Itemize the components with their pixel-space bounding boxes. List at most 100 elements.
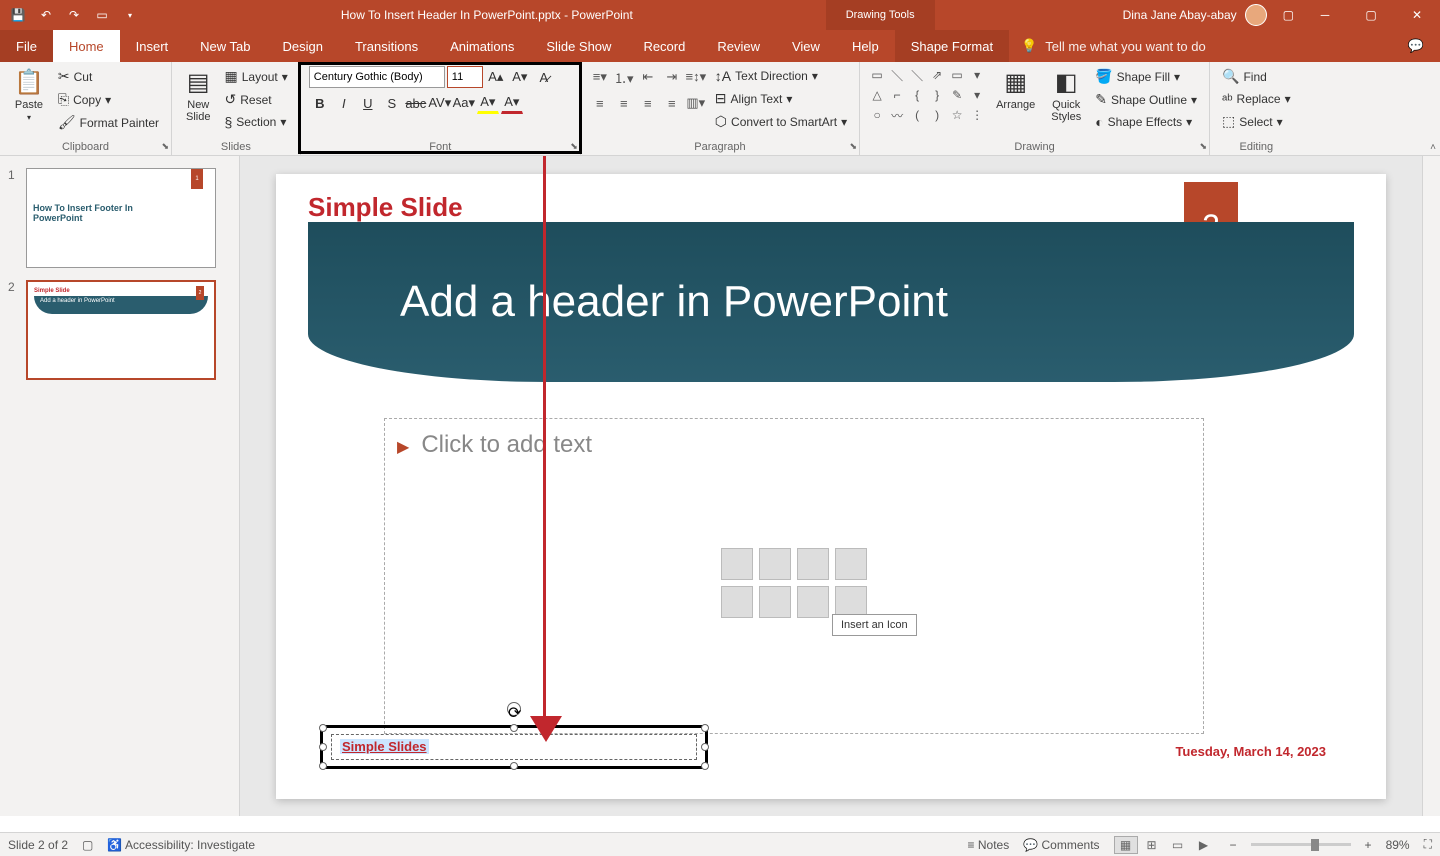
zoom-in-button[interactable]: + (1365, 838, 1372, 852)
spacing-button[interactable]: AV▾ (429, 92, 451, 114)
clipboard-launcher[interactable]: ⬊ (161, 141, 169, 152)
insert-online-picture-icon[interactable] (759, 586, 791, 618)
copy-button[interactable]: ⎘Copy ▾ (54, 89, 163, 110)
change-case-button[interactable]: Aa▾ (453, 92, 475, 114)
strikethrough-button[interactable]: abc (405, 92, 427, 114)
shape-brace-icon[interactable]: { (908, 86, 926, 104)
select-button[interactable]: ⬚Select ▾ (1218, 111, 1295, 132)
tab-animations[interactable]: Animations (434, 30, 530, 62)
rotate-handle[interactable]: ⟳ (507, 702, 521, 716)
undo-icon[interactable]: ↶ (38, 7, 54, 23)
insert-3d-icon[interactable] (835, 548, 867, 580)
footer-text[interactable]: Simple Slides (340, 739, 429, 754)
handle-mr[interactable] (701, 743, 709, 751)
shape-arrow-icon[interactable]: ⇗ (928, 66, 946, 84)
shape-more1-icon[interactable]: ▾ (968, 66, 986, 84)
font-launcher[interactable]: ⬊ (570, 141, 578, 152)
handle-br[interactable] (701, 762, 709, 770)
tab-slideshow[interactable]: Slide Show (530, 30, 627, 62)
slide-thumb-1[interactable]: 1 How To Insert Footer In PowerPoint (26, 168, 216, 268)
shape-oval-icon[interactable]: ○ (868, 106, 886, 124)
slide-area[interactable]: Simple Slide 2 Add a header in PowerPoin… (276, 174, 1386, 799)
redo-icon[interactable]: ↷ (66, 7, 82, 23)
zoom-level[interactable]: 89% (1386, 838, 1410, 852)
cut-button[interactable]: ✂Cut (54, 66, 163, 87)
shape-line-icon[interactable]: ＼ (888, 66, 906, 84)
user-name[interactable]: Dina Jane Abay-abay (1123, 8, 1237, 22)
zoom-out-button[interactable]: − (1230, 838, 1237, 852)
align-right-button[interactable]: ≡ (637, 92, 659, 114)
shape-rect-icon[interactable]: ▭ (868, 66, 886, 84)
comments-button[interactable]: 💬 Comments (1023, 838, 1099, 852)
shape-outline-button[interactable]: ✎Shape Outline ▾ (1091, 89, 1201, 110)
user-avatar[interactable] (1245, 4, 1267, 26)
tab-review[interactable]: Review (701, 30, 776, 62)
close-button[interactable]: ✕ (1394, 0, 1440, 30)
shape-fill-button[interactable]: 🪣Shape Fill ▾ (1091, 66, 1201, 87)
tab-insert[interactable]: Insert (120, 30, 185, 62)
tab-home[interactable]: Home (53, 30, 120, 62)
shape-rect2-icon[interactable]: ▭ (948, 66, 966, 84)
start-from-beginning-icon[interactable]: ▭ (94, 7, 110, 23)
shapes-gallery[interactable]: ▭ ＼ ＼ ⇗ ▭ ▾ △ ⌐ { } ✎ ▾ ○ 〰 ( ) ☆ ⋮ (868, 66, 986, 124)
zoom-slider[interactable] (1251, 843, 1351, 846)
vertical-scrollbar[interactable] (1422, 156, 1440, 816)
format-painter-button[interactable]: 🖌Format Painter (54, 112, 163, 133)
footer-textbox-selection[interactable]: ⟳ Simple Slides (320, 725, 708, 769)
quick-styles-button[interactable]: ◧ Quick Styles (1045, 66, 1087, 125)
shadow-button[interactable]: S (381, 92, 403, 114)
clear-formatting-button[interactable]: A̷ (533, 66, 555, 88)
paragraph-launcher[interactable]: ⬊ (850, 141, 858, 152)
tab-view[interactable]: View (776, 30, 836, 62)
columns-button[interactable]: ▥▾ (685, 92, 707, 114)
tab-new[interactable]: New Tab (184, 30, 266, 62)
status-spellcheck-icon[interactable]: ▢ (82, 838, 93, 852)
shape-effects-button[interactable]: ◐Shape Effects ▾ (1091, 112, 1201, 132)
minimize-button[interactable]: ─ (1302, 0, 1348, 30)
underline-button[interactable]: U (357, 92, 379, 114)
handle-bc[interactable] (510, 762, 518, 770)
share-icon[interactable]: 💬 (1392, 38, 1440, 54)
decrease-font-button[interactable]: A▾ (509, 66, 531, 88)
ribbon-display-icon[interactable]: ▢ (1283, 8, 1294, 22)
tell-me-search[interactable]: 💡 Tell me what you want to do (1009, 38, 1392, 54)
slideshow-view-button[interactable]: ▶ (1192, 836, 1216, 854)
shape-star-icon[interactable]: ☆ (948, 106, 966, 124)
slide-thumb-2[interactable]: Simple Slide 2 Add a header in PowerPoin… (26, 280, 216, 380)
collapse-ribbon-button[interactable]: ˄ (1430, 142, 1436, 153)
new-slide-button[interactable]: ▤ New Slide (180, 66, 216, 125)
handle-tr[interactable] (701, 724, 709, 732)
line-spacing-button[interactable]: ≡↕▾ (685, 66, 707, 88)
section-button[interactable]: §Section ▾ (221, 112, 292, 132)
numbering-button[interactable]: ⒈▾ (613, 66, 635, 88)
reading-view-button[interactable]: ▭ (1166, 836, 1190, 854)
bold-button[interactable]: B (309, 92, 331, 114)
drawing-launcher[interactable]: ⬊ (1199, 141, 1207, 152)
highlight-button[interactable]: A▾ (477, 92, 499, 114)
replace-button[interactable]: ᵃᵇReplace ▾ (1218, 89, 1295, 109)
fit-to-window-button[interactable]: ⛶ (1424, 837, 1432, 852)
font-name-input[interactable] (309, 66, 445, 88)
text-direction-button[interactable]: ↕AText Direction ▾ (711, 66, 851, 86)
maximize-button[interactable]: ▢ (1348, 0, 1394, 30)
content-placeholder[interactable]: Click to add text (384, 418, 1204, 734)
handle-tl[interactable] (319, 724, 327, 732)
increase-font-button[interactable]: A▴ (485, 66, 507, 88)
save-icon[interactable]: 💾 (10, 7, 26, 23)
zoom-slider-thumb[interactable] (1311, 839, 1319, 851)
insert-picture-icon[interactable] (721, 586, 753, 618)
tab-file[interactable]: File (0, 30, 53, 62)
justify-button[interactable]: ≡ (661, 92, 683, 114)
bullets-button[interactable]: ≡▾ (589, 66, 611, 88)
paste-button[interactable]: 📋 Paste▾ (8, 66, 50, 125)
arrange-button[interactable]: ▦ Arrange (990, 66, 1041, 113)
tab-help[interactable]: Help (836, 30, 895, 62)
reset-button[interactable]: ↺Reset (221, 89, 292, 110)
shape-bracket2-icon[interactable]: ) (928, 106, 946, 124)
shape-line2-icon[interactable]: ＼ (908, 66, 926, 84)
decrease-indent-button[interactable]: ⇤ (637, 66, 659, 88)
shape-more3-icon[interactable]: ⋮ (968, 106, 986, 124)
convert-smartart-button[interactable]: ⬡Convert to SmartArt ▾ (711, 111, 851, 132)
layout-button[interactable]: ▦Layout ▾ (221, 66, 292, 87)
insert-table-icon[interactable] (721, 548, 753, 580)
